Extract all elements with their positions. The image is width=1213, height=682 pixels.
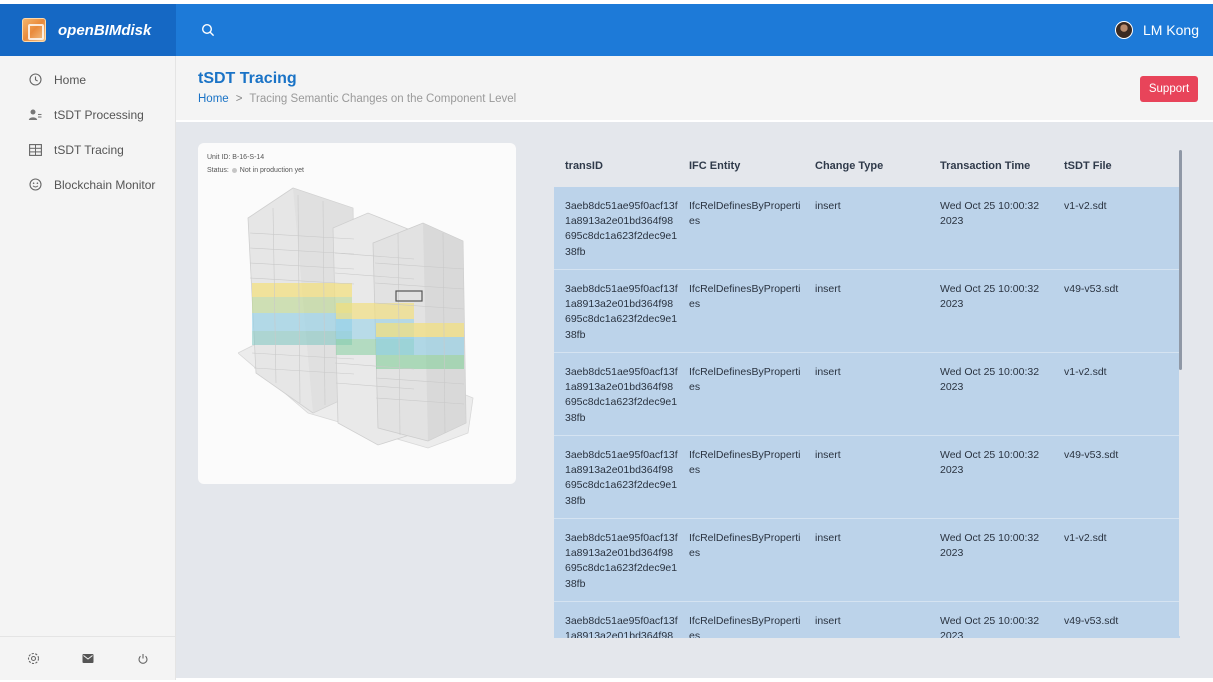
cell-change-type: insert: [815, 532, 841, 544]
support-button[interactable]: Support: [1140, 76, 1198, 102]
cell-transid: 3aeb8dc51ae95f0acf13f1a8913a2e01bd364f98…: [565, 366, 678, 424]
user-processing-icon: [28, 108, 42, 122]
sidebar: Home tSDT Processing tSDT Tracing Blockc…: [0, 56, 176, 680]
table-row[interactable]: 3aeb8dc51ae95f0acf13f1a8913a2e01bd364f98…: [554, 187, 1180, 270]
app-name: openBIMdisk: [58, 21, 152, 39]
sidebar-footer: [0, 636, 176, 680]
sidebar-item-label: tSDT Processing: [54, 107, 144, 122]
status-label: Status:: [207, 167, 229, 174]
user-name: LM Kong: [1142, 22, 1199, 38]
breadcrumb-home-link[interactable]: Home: [198, 93, 229, 105]
table-body: 3aeb8dc51ae95f0acf13f1a8913a2e01bd364f98…: [554, 187, 1180, 638]
cell-ifc-entity: IfcRelDefinesByProperties: [689, 532, 801, 560]
scrollbar-thumb[interactable]: [1179, 150, 1182, 370]
avatar: [1114, 21, 1133, 39]
home-icon: [28, 73, 42, 87]
cell-transid: 3aeb8dc51ae95f0acf13f1a8913a2e01bd364f98…: [565, 449, 678, 507]
model-viewer-card: Unit ID: B-16-S-14 Status: Not in produc…: [198, 143, 516, 484]
app-logo: [22, 18, 46, 42]
column-header-ifc-entity[interactable]: IFC Entity: [678, 160, 804, 172]
sidebar-item-home[interactable]: Home: [0, 62, 175, 97]
cell-change-type: insert: [815, 283, 841, 295]
production-status: Status: Not in production yet: [207, 167, 304, 174]
table-row[interactable]: 3aeb8dc51ae95f0acf13f1a8913a2e01bd364f98…: [554, 270, 1180, 353]
table-row[interactable]: 3aeb8dc51ae95f0acf13f1a8913a2e01bd364f98…: [554, 436, 1180, 519]
sidebar-item-label: tSDT Tracing: [54, 142, 124, 157]
status-value: Not in production yet: [239, 167, 304, 174]
smiley-icon: [28, 178, 42, 192]
sidebar-item-label: Blockchain Monitor: [54, 177, 156, 192]
status-dot: [231, 168, 237, 173]
breadcrumb: Home > Tracing Semantic Changes on the C…: [198, 93, 516, 105]
column-header-change-type[interactable]: Change Type: [804, 160, 929, 172]
sidebar-item-tsdt-tracing[interactable]: tSDT Tracing: [0, 132, 175, 167]
page-title: tSDT Tracing: [198, 70, 297, 87]
cell-transaction-time: Wed Oct 25 10:00:32 2023: [940, 532, 1040, 560]
cell-tsdt-file[interactable]: v49-v53.sdt: [1053, 602, 1180, 638]
cell-ifc-entity: IfcRelDefinesByProperties: [689, 283, 801, 311]
cell-transaction-time: Wed Oct 25 10:00:32 2023: [940, 615, 1040, 638]
cell-transid: 3aeb8dc51ae95f0acf13f1a8913a2e01bd364f98…: [565, 532, 678, 590]
cell-transid: 3aeb8dc51ae95f0acf13f1a8913a2e01bd364f98…: [565, 615, 678, 638]
unit-id: Unit ID: B-16-S-14: [207, 154, 265, 161]
mail-icon[interactable]: [79, 650, 97, 668]
cell-ifc-entity: IfcRelDefinesByProperties: [689, 200, 801, 228]
cell-transaction-time: Wed Oct 25 10:00:32 2023: [940, 200, 1040, 228]
building-model-3d[interactable]: [238, 183, 478, 463]
main-content: Unit ID: B-16-S-14 Status: Not in produc…: [176, 122, 1213, 678]
table-icon: [28, 143, 42, 157]
breadcrumb-separator: >: [235, 93, 243, 105]
cell-transaction-time: Wed Oct 25 10:00:32 2023: [940, 449, 1040, 477]
column-header-tsdt-file[interactable]: tSDT File: [1053, 160, 1180, 172]
cell-change-type: insert: [815, 366, 841, 378]
cell-tsdt-file[interactable]: v49-v53.sdt: [1053, 436, 1180, 518]
table-row[interactable]: 3aeb8dc51ae95f0acf13f1a8913a2e01bd364f98…: [554, 602, 1180, 638]
cell-change-type: insert: [815, 200, 841, 212]
sidebar-item-blockchain-monitor[interactable]: Blockchain Monitor: [0, 167, 175, 202]
top-bar: openBIMdisk LM Kong: [0, 4, 1213, 56]
gear-icon[interactable]: [24, 650, 42, 668]
table-scrollbar[interactable]: [1179, 150, 1182, 636]
trace-table: transID IFC Entity Change Type Transacti…: [554, 145, 1186, 638]
cell-tsdt-file[interactable]: v1-v2.sdt: [1053, 519, 1180, 601]
cell-change-type: insert: [815, 615, 841, 627]
cell-tsdt-file[interactable]: v1-v2.sdt: [1053, 187, 1180, 269]
cell-tsdt-file[interactable]: v49-v53.sdt: [1053, 270, 1180, 352]
cell-tsdt-file[interactable]: v1-v2.sdt: [1053, 353, 1180, 435]
table-row[interactable]: 3aeb8dc51ae95f0acf13f1a8913a2e01bd364f98…: [554, 519, 1180, 602]
column-header-transaction-time[interactable]: Transaction Time: [929, 160, 1053, 172]
cell-transid: 3aeb8dc51ae95f0acf13f1a8913a2e01bd364f98…: [565, 283, 678, 341]
power-icon[interactable]: [134, 650, 152, 668]
sidebar-item-tsdt-processing[interactable]: tSDT Processing: [0, 97, 175, 132]
table-row[interactable]: 3aeb8dc51ae95f0acf13f1a8913a2e01bd364f98…: [554, 353, 1180, 436]
user-menu[interactable]: LM Kong: [1114, 21, 1199, 39]
cell-transaction-time: Wed Oct 25 10:00:32 2023: [940, 366, 1040, 394]
cell-transaction-time: Wed Oct 25 10:00:32 2023: [940, 283, 1040, 311]
cell-ifc-entity: IfcRelDefinesByProperties: [689, 615, 801, 638]
brand[interactable]: openBIMdisk: [0, 4, 176, 56]
cell-ifc-entity: IfcRelDefinesByProperties: [689, 366, 801, 394]
breadcrumb-current: Tracing Semantic Changes on the Componen…: [249, 93, 517, 105]
sidebar-item-label: Home: [54, 72, 87, 87]
cell-ifc-entity: IfcRelDefinesByProperties: [689, 449, 801, 477]
search-icon[interactable]: [198, 20, 218, 40]
column-header-transid[interactable]: transID: [554, 160, 678, 172]
table-header: transID IFC Entity Change Type Transacti…: [554, 145, 1186, 187]
page-header: tSDT Tracing Home > Tracing Semantic Cha…: [176, 56, 1213, 120]
cell-change-type: insert: [815, 449, 841, 461]
cell-transid: 3aeb8dc51ae95f0acf13f1a8913a2e01bd364f98…: [565, 200, 678, 258]
